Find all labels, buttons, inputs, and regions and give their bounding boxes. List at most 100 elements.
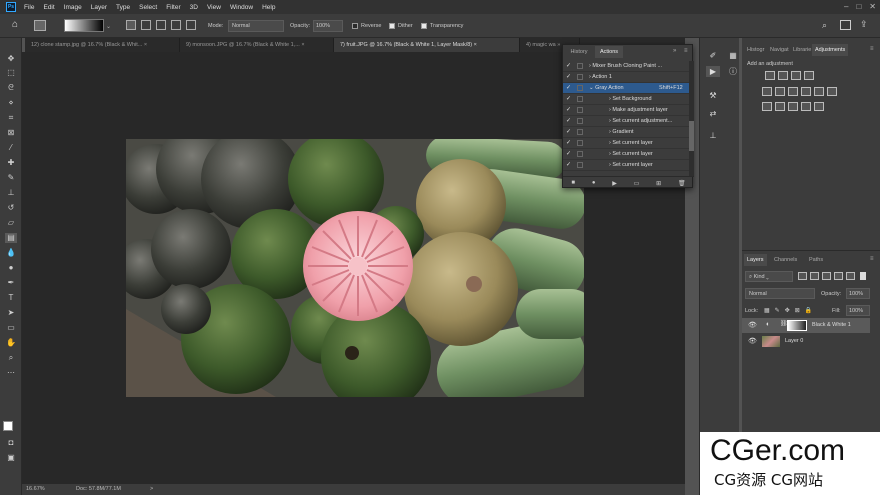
tab-paths[interactable]: Paths xyxy=(806,254,826,266)
info-icon[interactable]: ⓘ xyxy=(726,66,740,77)
dialog-toggle[interactable] xyxy=(577,118,583,124)
play-icon[interactable]: ▶ xyxy=(612,180,617,187)
collapse-panel-icon[interactable]: » xyxy=(673,48,676,54)
diamond-gradient-icon[interactable] xyxy=(186,20,196,30)
mask-link-icon[interactable]: ⛓ xyxy=(780,320,788,330)
shape-filter-icon[interactable] xyxy=(834,272,843,280)
zoom-tool-icon[interactable]: ⌕ xyxy=(5,353,17,363)
maximize-icon[interactable]: □ xyxy=(856,2,861,12)
menu-help[interactable]: Help xyxy=(262,4,275,11)
move-tool-icon[interactable]: ✥ xyxy=(5,54,17,64)
healing-brush-icon[interactable]: ✚ xyxy=(5,158,17,168)
clone-stamp-icon[interactable]: ⊥ xyxy=(5,188,17,198)
lock-all-icon[interactable]: 🔒 xyxy=(805,307,812,316)
check-icon[interactable]: ✓ xyxy=(566,140,572,146)
lock-transparent-icon[interactable]: ▦ xyxy=(764,307,770,316)
pixel-filter-icon[interactable] xyxy=(798,272,807,280)
fill-input[interactable]: 100% xyxy=(846,305,870,316)
type-filter-icon[interactable] xyxy=(822,272,831,280)
layer-filter-select[interactable]: ⌕ Kind ⌄ xyxy=(745,271,793,282)
tab-channels[interactable]: Channels xyxy=(771,254,800,266)
tab-history[interactable]: History xyxy=(565,46,593,58)
menu-type[interactable]: Type xyxy=(116,4,130,11)
hand-tool-icon[interactable]: ✋ xyxy=(5,338,17,348)
mode-select[interactable]: Normal xyxy=(228,20,284,32)
crop-tool-icon[interactable]: ⌗ xyxy=(5,113,17,123)
layer-opacity-input[interactable]: 100% xyxy=(846,288,870,299)
quick-select-icon[interactable]: ⋄ xyxy=(5,98,17,108)
home-icon[interactable]: ⌂ xyxy=(8,19,22,31)
tab-libraries[interactable]: Librarie xyxy=(790,44,814,56)
check-icon[interactable]: ✓ xyxy=(566,63,572,69)
visibility-eye-icon[interactable]: 👁 xyxy=(748,321,757,329)
dialog-toggle[interactable] xyxy=(577,107,583,113)
panel-menu-icon[interactable]: ≡ xyxy=(870,256,874,262)
tab-navigator[interactable]: Navigat xyxy=(767,44,792,56)
linear-gradient-icon[interactable] xyxy=(126,20,136,30)
delete-icon[interactable]: 🗑 xyxy=(678,180,686,187)
dialog-toggle[interactable] xyxy=(577,162,583,168)
color-dock-icon[interactable]: ▦ xyxy=(726,50,740,61)
close-tab-icon[interactable]: × xyxy=(301,42,304,48)
tab-monsoon[interactable]: 9) monsoon.JPG @ 16.7% (Black & White 1,… xyxy=(180,38,334,52)
panel-menu-icon[interactable]: ≡ xyxy=(870,46,874,52)
levels-icon[interactable] xyxy=(778,71,788,80)
vibrance-icon[interactable] xyxy=(762,87,772,96)
menu-window[interactable]: Window xyxy=(230,4,253,11)
chevron-down-icon[interactable]: ⌄ xyxy=(106,23,111,30)
invert-icon[interactable] xyxy=(762,102,772,111)
zoom-level[interactable]: 16.67% xyxy=(26,486,45,492)
check-icon[interactable]: ✓ xyxy=(566,162,572,168)
black-white-icon[interactable] xyxy=(801,87,811,96)
lock-image-icon[interactable]: ✎ xyxy=(775,307,780,316)
layer-row[interactable]: 👁 Layer 0 xyxy=(742,334,870,349)
marquee-tool-icon[interactable]: ⬚ xyxy=(5,68,17,78)
check-icon[interactable]: ✓ xyxy=(566,96,572,102)
angle-gradient-icon[interactable] xyxy=(156,20,166,30)
threshold-icon[interactable] xyxy=(788,102,798,111)
action-step-row[interactable]: ✓ › Set current layer xyxy=(563,138,689,149)
action-row-selected[interactable]: ✓ ⌄ Gray Action Shift+F12 xyxy=(563,83,689,94)
tab-adjustments[interactable]: Adjustments xyxy=(812,44,849,56)
photo-filter-icon[interactable] xyxy=(814,87,824,96)
action-step-row[interactable]: ✓ › Set Background xyxy=(563,94,689,105)
brush-tool-icon[interactable]: ✎ xyxy=(5,173,17,183)
brightness-contrast-icon[interactable] xyxy=(765,71,775,80)
stop-icon[interactable]: ■ xyxy=(571,180,575,186)
menu-select[interactable]: Select xyxy=(139,4,157,11)
more-tabs-icon[interactable]: » xyxy=(557,42,560,48)
action-step-row[interactable]: ✓ › Set current adjustment... xyxy=(563,116,689,127)
tab-layers[interactable]: Layers xyxy=(744,254,767,266)
color-balance-icon[interactable] xyxy=(788,87,798,96)
screen-mode-icon[interactable]: ▣ xyxy=(5,453,17,463)
dialog-toggle[interactable] xyxy=(577,96,583,102)
tab-histogram[interactable]: Histogr xyxy=(744,44,767,56)
dialog-toggle[interactable] xyxy=(577,129,583,135)
eraser-tool-icon[interactable]: ▱ xyxy=(5,218,17,228)
reverse-checkbox[interactable] xyxy=(352,23,358,29)
check-icon[interactable]: ✓ xyxy=(566,74,572,80)
layer-row-selected[interactable]: 👁 ◐ ⛓ Black & White 1 xyxy=(742,318,870,333)
new-action-icon[interactable]: ⊞ xyxy=(656,180,661,187)
filter-toggle[interactable] xyxy=(860,272,866,280)
dialog-toggle[interactable] xyxy=(577,140,583,146)
tab-actions[interactable]: Actions xyxy=(595,46,623,58)
clone-source-icon[interactable]: ⊥ xyxy=(706,130,720,141)
actions-dock-icon[interactable]: ▶ xyxy=(706,66,720,77)
gradient-tool-icon[interactable]: ▤ xyxy=(5,233,17,243)
tool-preset-icon[interactable] xyxy=(34,20,46,31)
menu-view[interactable]: View xyxy=(207,4,221,11)
tab-fruit[interactable]: 7) fruit.JPG @ 16.7% (Black & White 1, L… xyxy=(334,38,520,52)
new-set-icon[interactable]: ▭ xyxy=(634,180,640,187)
search-icon[interactable]: ⌕ xyxy=(822,20,827,31)
dialog-toggle[interactable] xyxy=(577,63,583,69)
menu-layer[interactable]: Layer xyxy=(91,4,107,11)
layer-thumbnail[interactable] xyxy=(762,336,780,347)
hue-saturation-icon[interactable] xyxy=(775,87,785,96)
lasso-tool-icon[interactable]: ᘓ xyxy=(5,83,17,93)
layer-mask-thumbnail[interactable] xyxy=(787,320,807,331)
dialog-toggle[interactable] xyxy=(577,74,583,80)
posterize-icon[interactable] xyxy=(775,102,785,111)
menu-filter[interactable]: Filter xyxy=(166,4,180,11)
action-row[interactable]: ✓ › Action 1 xyxy=(563,72,689,83)
